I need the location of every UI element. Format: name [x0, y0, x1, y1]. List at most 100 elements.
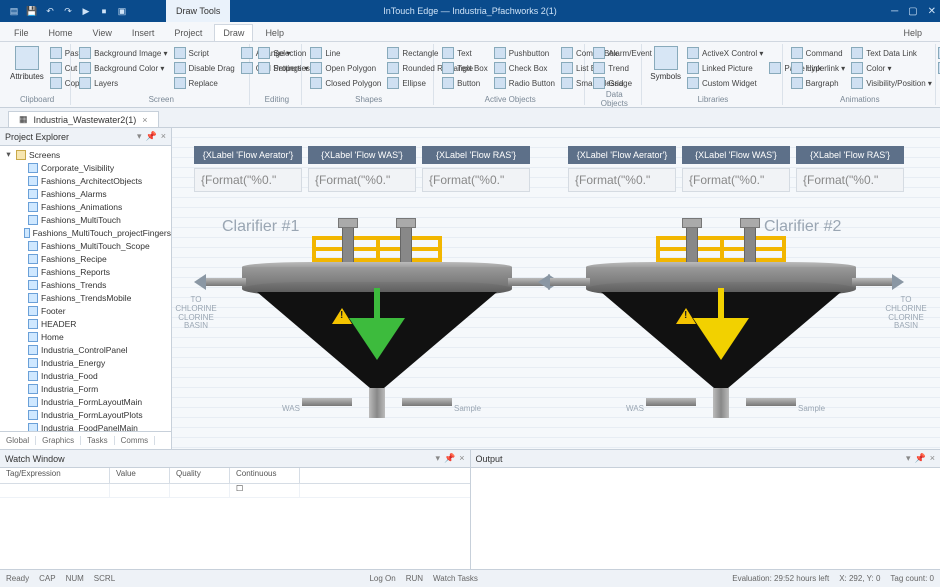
tag-label-box[interactable]: {XLabel 'Flow Aerator'} — [194, 146, 302, 164]
document-tab[interactable]: ▦ Industria_Wastewater2(1) × — [8, 111, 159, 127]
ribbon-tab-view[interactable]: View — [85, 25, 120, 41]
format-box[interactable]: {Format("%0." — [682, 168, 790, 192]
tree-item[interactable]: Fashions_Alarms — [4, 187, 171, 200]
ribbon-button[interactable]: Closed Polygon — [310, 76, 381, 90]
ribbon-tab-home[interactable]: Home — [41, 25, 81, 41]
tag-label-box[interactable]: {XLabel 'Flow Aerator'} — [568, 146, 676, 164]
tree-item[interactable]: Fashions_MultiTouch_projectFingers — [4, 226, 171, 239]
tree-item[interactable]: Corporate_Visibility — [4, 161, 171, 174]
tree-item[interactable]: Fashions_MultiTouch_Scope — [4, 239, 171, 252]
panel-dropdown-icon[interactable]: ▾ — [906, 453, 911, 464]
explorer-tab-comms[interactable]: Comms — [115, 436, 156, 445]
explorer-tab-tasks[interactable]: Tasks — [81, 436, 114, 445]
panel-close-icon[interactable]: × — [161, 131, 166, 142]
tag-label-box[interactable]: {XLabel 'Flow RAS'} — [796, 146, 904, 164]
status-run[interactable]: RUN — [406, 574, 423, 583]
undo-icon[interactable]: ↶ — [42, 3, 58, 19]
ribbon-button[interactable]: Linked Picture — [687, 61, 763, 75]
tag-label-box[interactable]: {XLabel 'Flow WAS'} — [682, 146, 790, 164]
tree-item[interactable]: Home — [4, 330, 171, 343]
tree-item[interactable]: Industria_ControlPanel — [4, 343, 171, 356]
ribbon-tab-help-small[interactable]: Help — [257, 25, 292, 41]
tree-item[interactable]: Fashions_TrendsMobile — [4, 291, 171, 304]
ribbon-help-link[interactable]: Help — [895, 25, 930, 41]
ribbon-button[interactable]: Command — [791, 46, 846, 60]
run-icon[interactable]: ▶ — [78, 3, 94, 19]
ribbon-button[interactable]: Script — [174, 46, 235, 60]
ribbon-button[interactable]: Open Polygon — [310, 61, 381, 75]
ribbon-button[interactable]: Selection — [258, 46, 309, 60]
explorer-tab-global[interactable]: Global — [0, 436, 36, 445]
tree-folder[interactable]: ▾Screens — [4, 148, 171, 161]
panel-pin-icon[interactable]: 📌 — [915, 453, 926, 464]
watch-col-continuous[interactable]: Continuous — [230, 468, 300, 483]
minimize-icon[interactable]: ─ — [891, 6, 898, 17]
ribbon-button[interactable]: Line — [310, 46, 381, 60]
tab-close-icon[interactable]: × — [142, 115, 147, 125]
tree-item[interactable]: Industria_FormLayoutMain — [4, 395, 171, 408]
tree-item[interactable]: Fashions_Trends — [4, 278, 171, 291]
design-canvas[interactable]: {XLabel 'Flow Aerator'} {XLabel 'Flow WA… — [172, 128, 940, 449]
verify-icon[interactable]: ▣ — [114, 3, 130, 19]
panel-close-icon[interactable]: × — [930, 453, 935, 464]
redo-icon[interactable]: ↷ — [60, 3, 76, 19]
tree-item[interactable]: Industria_Form — [4, 382, 171, 395]
ribbon-tab-file[interactable]: File — [6, 25, 37, 41]
tree-item[interactable]: Industria_Energy — [4, 356, 171, 369]
ribbon-tab-draw[interactable]: Draw — [214, 24, 253, 41]
ribbon-button[interactable]: ActiveX Control ▾ — [687, 46, 763, 60]
status-watch-tasks[interactable]: Watch Tasks — [433, 574, 478, 583]
clarifier-1-graphic[interactable] — [242, 218, 512, 418]
format-box[interactable]: {Format("%0." — [568, 168, 676, 192]
ribbon-big-button[interactable]: Symbols — [650, 46, 681, 95]
watch-col-value[interactable]: Value — [110, 468, 170, 483]
ribbon-button[interactable]: Button — [442, 76, 488, 90]
stop-icon[interactable]: ⏹ — [96, 3, 112, 19]
watch-body[interactable]: ☐ — [0, 484, 470, 569]
ribbon-button[interactable]: Custom Widget — [687, 76, 763, 90]
ribbon-button[interactable]: Background Color ▾ — [79, 61, 167, 75]
app-menu-icon[interactable]: ▤ — [6, 3, 22, 19]
tree-item[interactable]: Fashions_Recipe — [4, 252, 171, 265]
ribbon-button[interactable]: Visibility/Position ▾ — [851, 76, 932, 90]
status-logon[interactable]: Log On — [369, 574, 395, 583]
format-box[interactable]: {Format("%0." — [422, 168, 530, 192]
tree-item[interactable]: Industria_FoodPanelMain — [4, 421, 171, 431]
tree-item[interactable]: Fashions_Reports — [4, 265, 171, 278]
tree-item[interactable]: Fashions_Animations — [4, 200, 171, 213]
ribbon-button[interactable]: Text — [442, 46, 488, 60]
ribbon-button[interactable]: Grid — [593, 76, 652, 90]
panel-close-icon[interactable]: × — [459, 453, 464, 464]
tag-label-box[interactable]: {XLabel 'Flow RAS'} — [422, 146, 530, 164]
tree-item[interactable]: Footer — [4, 304, 171, 317]
close-icon[interactable]: ✕ — [928, 6, 936, 17]
watch-col-tag[interactable]: Tag/Expression — [0, 468, 110, 483]
ribbon-button[interactable]: Background Image ▾ — [79, 46, 167, 60]
watch-col-quality[interactable]: Quality — [170, 468, 230, 483]
ribbon-tab-project[interactable]: Project — [166, 25, 210, 41]
ribbon-button[interactable]: Layers — [79, 76, 167, 90]
ribbon-button[interactable]: Color ▾ — [851, 61, 932, 75]
output-body[interactable] — [471, 468, 940, 569]
ribbon-button[interactable]: Bargraph — [791, 76, 846, 90]
ribbon-button[interactable]: Hyperlink ▾ — [791, 61, 846, 75]
tree-item[interactable]: Industria_Food — [4, 369, 171, 382]
panel-dropdown-icon[interactable]: ▾ — [435, 453, 440, 464]
tree-item[interactable]: HEADER — [4, 317, 171, 330]
panel-pin-icon[interactable]: 📌 — [146, 131, 157, 142]
ribbon-button[interactable]: Text Data Link — [851, 46, 932, 60]
ribbon-button[interactable]: Radio Button — [494, 76, 555, 90]
ribbon-button[interactable]: Properties — [258, 61, 309, 75]
watch-cell[interactable] — [0, 484, 110, 497]
format-box[interactable]: {Format("%0." — [308, 168, 416, 192]
ribbon-tab-insert[interactable]: Insert — [124, 25, 163, 41]
panel-dropdown-icon[interactable]: ▾ — [137, 131, 142, 142]
ribbon-button[interactable]: Replace — [174, 76, 235, 90]
format-box[interactable]: {Format("%0." — [796, 168, 904, 192]
ribbon-button[interactable]: Disable Drag — [174, 61, 235, 75]
watch-cell-checkbox[interactable]: ☐ — [230, 484, 300, 497]
tree-item[interactable]: Fashions_ArchitectObjects — [4, 174, 171, 187]
tag-label-box[interactable]: {XLabel 'Flow WAS'} — [308, 146, 416, 164]
maximize-icon[interactable]: ▢ — [908, 6, 917, 17]
ribbon-button[interactable]: Alarm/Event — [593, 46, 652, 60]
